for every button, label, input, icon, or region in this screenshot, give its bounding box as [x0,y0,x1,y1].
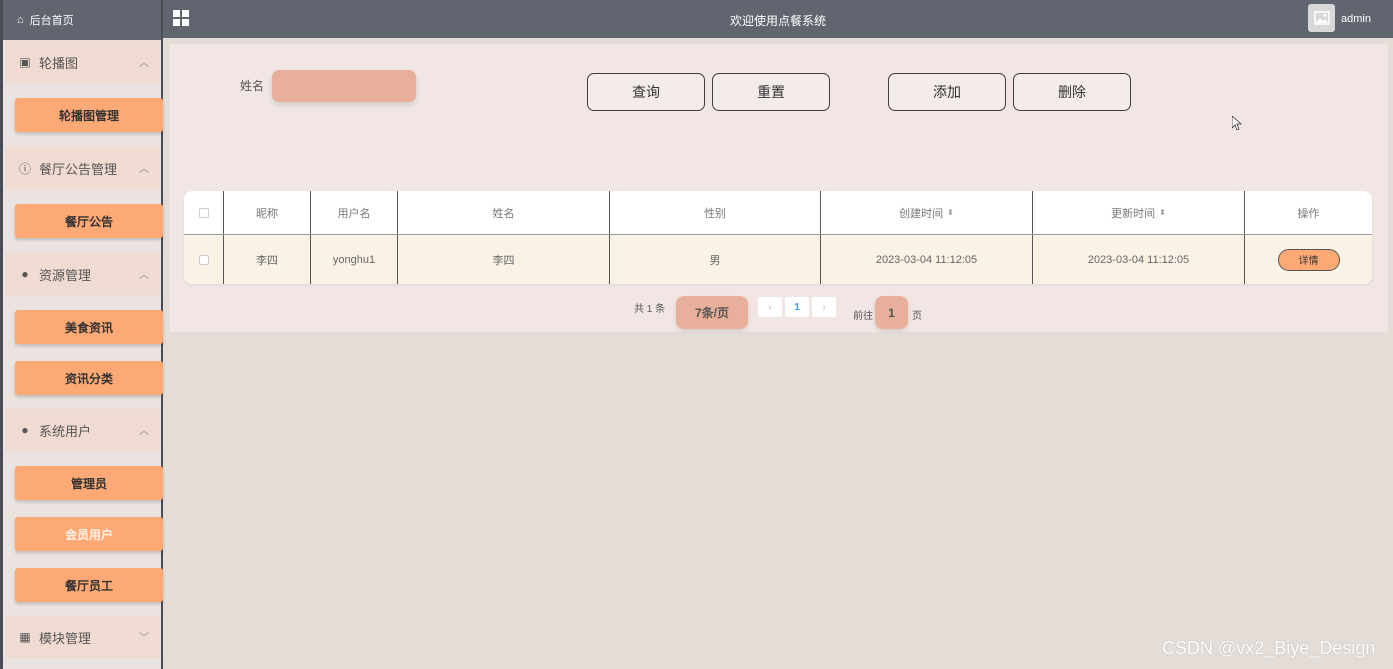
chevron-left-icon: ‹ [768,301,772,313]
location-pin-icon: ● [21,267,29,281]
sidebar-group-modules[interactable]: ▦ 模块管理 ﹀ [5,616,161,658]
next-page-button[interactable]: › [812,297,836,317]
column-header-label: 创建时间 [899,207,944,220]
top-bar: 欢迎使用点餐系统 admin [163,0,1393,38]
sidebar-group-label: 资源管理 [39,267,92,283]
page-title: 欢迎使用点餐系统 [729,14,826,28]
column-header: 性别 [610,191,821,234]
sidebar-item-staff[interactable]: 餐厅员工 [15,568,163,602]
sidebar-home-label: 后台首页 [29,15,74,27]
sidebar-group-label: 餐厅公告管理 [39,161,118,177]
page-number-button[interactable]: 1 [785,297,809,317]
watermark: CSDN @vx2_Biye_Design [1162,638,1376,658]
name-search-label: 姓名 [240,79,265,93]
sidebar-group-label: 轮播图 [39,55,79,71]
table-cell: 男 [610,235,821,284]
column-header: 昵称 [224,191,311,234]
reset-button[interactable]: 重置 [712,73,830,111]
chevron-up-icon: ︿ [139,164,149,175]
mouse-cursor-icon [1232,116,1242,130]
sidebar-group-label: 系统用户 [39,423,92,439]
grid-icon: ▦ [19,630,31,644]
info-circle-icon: ⓘ [18,161,31,176]
select-all-checkbox[interactable] [198,207,209,218]
page-size-select[interactable]: 7条/页 [676,296,748,329]
user-icon: ● [21,423,29,437]
sidebar-group-resources[interactable]: ● 资源管理 ︿ [5,253,161,295]
chevron-up-icon: ︿ [139,58,149,69]
chevron-right-icon: › [822,301,826,313]
column-header-created[interactable]: 创建时间 ⬍ [821,191,1033,234]
table-cell: 2023-03-04 11:12:05 [821,235,1033,284]
detail-button[interactable]: 详情 [1277,248,1340,271]
row-select-cell[interactable] [184,235,224,284]
pagination-total: 共 1 条 [634,304,666,315]
column-header: 姓名 [398,191,610,234]
select-all-cell[interactable] [184,191,224,234]
column-header: 用户名 [311,191,398,234]
sort-icon[interactable]: ⬍ [1159,208,1166,217]
query-button[interactable]: 查询 [587,73,705,111]
prev-page-button[interactable]: ‹ [758,297,782,317]
sidebar-item-news-category[interactable]: 资讯分类 [15,361,163,395]
sidebar-group-carousel[interactable]: ▣ 轮播图 ︿ [5,41,161,83]
chevron-up-icon: ︿ [139,426,149,437]
table-header-row: 昵称 用户名 姓名 性别 创建时间 ⬍ 更新时间 ⬍ 操作 [184,191,1372,235]
action-cell: 详情 [1245,235,1372,284]
chevron-down-icon: ﹀ [139,633,149,644]
column-header: 操作 [1297,207,1320,220]
sidebar-item-announcement[interactable]: 餐厅公告 [15,204,163,238]
goto-page-input[interactable]: 1 [875,296,908,329]
table-row: 李四 yonghu1 李四 男 2023-03-04 11:12:05 2023… [184,235,1372,284]
image-icon: ▣ [19,55,31,69]
add-button[interactable]: 添加 [888,73,1006,111]
sort-icon[interactable]: ⬍ [947,208,954,217]
column-header-updated[interactable]: 更新时间 ⬍ [1033,191,1245,234]
chevron-up-icon: ︿ [139,270,149,281]
sidebar-item-food-news[interactable]: 美食资讯 [15,310,163,344]
sidebar: ⌂ 后台首页 ▣ 轮播图 ︿ 轮播图管理 ⓘ 餐厅公告管理 ︿ 餐厅公告 ● 资… [0,0,163,669]
sidebar-home[interactable]: ⌂ 后台首页 [3,0,161,40]
table-cell: 李四 [224,235,311,284]
sidebar-group-system-users[interactable]: ● 系统用户 ︿ [5,409,161,451]
table-cell: 李四 [398,235,610,284]
name-search-input[interactable] [272,70,416,102]
column-header-label: 更新时间 [1111,207,1156,220]
table-cell: 2023-03-04 11:12:05 [1033,235,1245,284]
avatar[interactable] [1308,4,1335,32]
username-label[interactable]: admin [1341,13,1371,25]
sidebar-group-announcement[interactable]: ⓘ 餐厅公告管理 ︿ [5,147,161,189]
table-cell: yonghu1 [311,235,398,284]
data-table: 昵称 用户名 姓名 性别 创建时间 ⬍ 更新时间 ⬍ 操作 李四 yonghu1 李… [184,191,1372,284]
delete-button[interactable]: 删除 [1013,73,1131,111]
home-icon: ⌂ [17,14,24,26]
sidebar-item-carousel-manage[interactable]: 轮播图管理 [15,98,163,132]
row-checkbox[interactable] [198,254,209,265]
sidebar-group-label: 模块管理 [39,630,92,646]
page-suffix-label: 页 [912,311,922,322]
sidebar-item-members[interactable]: 会员用户 [15,517,163,551]
goto-label: 前往 [853,311,873,322]
image-icon [1313,11,1330,25]
sidebar-item-admin[interactable]: 管理员 [15,466,163,500]
